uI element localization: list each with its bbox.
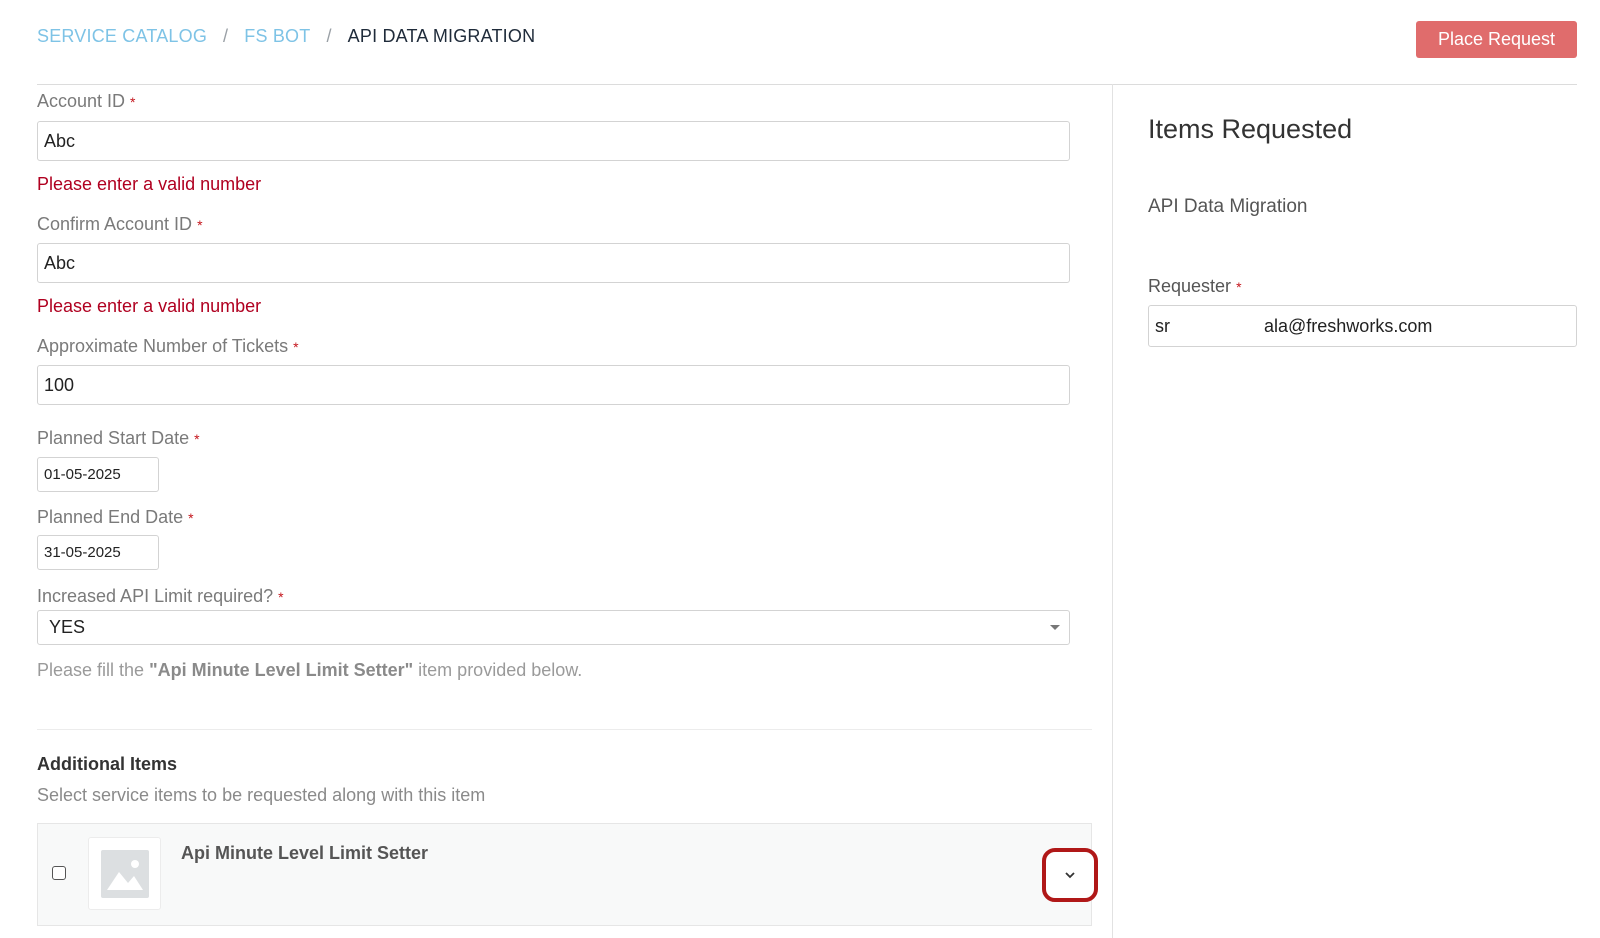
chevron-down-icon [1065, 872, 1075, 879]
planned-end-label: Planned End Date * [37, 507, 194, 527]
confirm-account-id-input[interactable]: Abc [37, 243, 1070, 283]
expand-item-button[interactable] [1042, 848, 1098, 902]
requester-input[interactable]: sr ala@freshworks.com [1148, 305, 1577, 347]
breadcrumb-current: API DATA MIGRATION [347, 26, 536, 46]
required-mark: * [197, 217, 203, 234]
breadcrumb-fs-bot[interactable]: FS BOT [244, 26, 310, 47]
additional-item-card: Api Minute Level Limit Setter [37, 823, 1092, 926]
required-mark: * [293, 339, 299, 356]
breadcrumb-separator: / [326, 26, 332, 46]
confirm-account-id-label: Confirm Account ID * [37, 214, 203, 234]
breadcrumb-service-catalog[interactable]: SERVICE CATALOG [37, 26, 207, 47]
planned-start-date-input[interactable]: 01-05-2025 [37, 457, 159, 492]
api-limit-hint: Please fill the "Api Minute Level Limit … [37, 660, 583, 680]
header-divider [37, 84, 1577, 85]
requester-label: Requester * [1148, 276, 1242, 296]
dropdown-caret-icon [1050, 625, 1060, 630]
breadcrumb-separator: / [223, 26, 229, 46]
planned-end-date-input[interactable]: 31-05-2025 [37, 535, 159, 570]
account-id-label: Account ID * [37, 91, 136, 111]
image-placeholder-icon [88, 837, 161, 910]
approx-tickets-input[interactable]: 100 [37, 365, 1070, 405]
additional-items-title: Additional Items [37, 754, 178, 774]
required-mark: * [1236, 279, 1242, 296]
account-id-error: Please enter a valid number [37, 174, 262, 194]
confirm-account-id-error: Please enter a valid number [37, 296, 262, 316]
required-mark: * [130, 94, 136, 111]
requested-item-name: API Data Migration [1148, 196, 1308, 217]
increased-api-select[interactable]: YES [37, 610, 1070, 645]
required-mark: * [194, 431, 200, 448]
required-mark: * [278, 589, 284, 606]
increased-api-selected-value: YES [49, 617, 86, 637]
additional-item-name: Api Minute Level Limit Setter [181, 843, 429, 863]
column-divider [1112, 84, 1113, 938]
breadcrumb: SERVICE CATALOG / FS BOT / API DATA MIGR… [37, 26, 535, 47]
items-requested-title: Items Requested [1148, 114, 1353, 144]
increased-api-label: Increased API Limit required? * [37, 586, 284, 606]
additional-item-checkbox[interactable] [52, 866, 66, 880]
planned-start-label: Planned Start Date * [37, 428, 200, 448]
approx-tickets-label: Approximate Number of Tickets * [37, 336, 299, 356]
account-id-input[interactable]: Abc [37, 121, 1070, 161]
section-divider [37, 729, 1092, 730]
additional-items-subtitle: Select service items to be requested alo… [37, 785, 486, 805]
place-request-button[interactable]: Place Request [1416, 21, 1577, 58]
required-mark: * [188, 510, 194, 527]
